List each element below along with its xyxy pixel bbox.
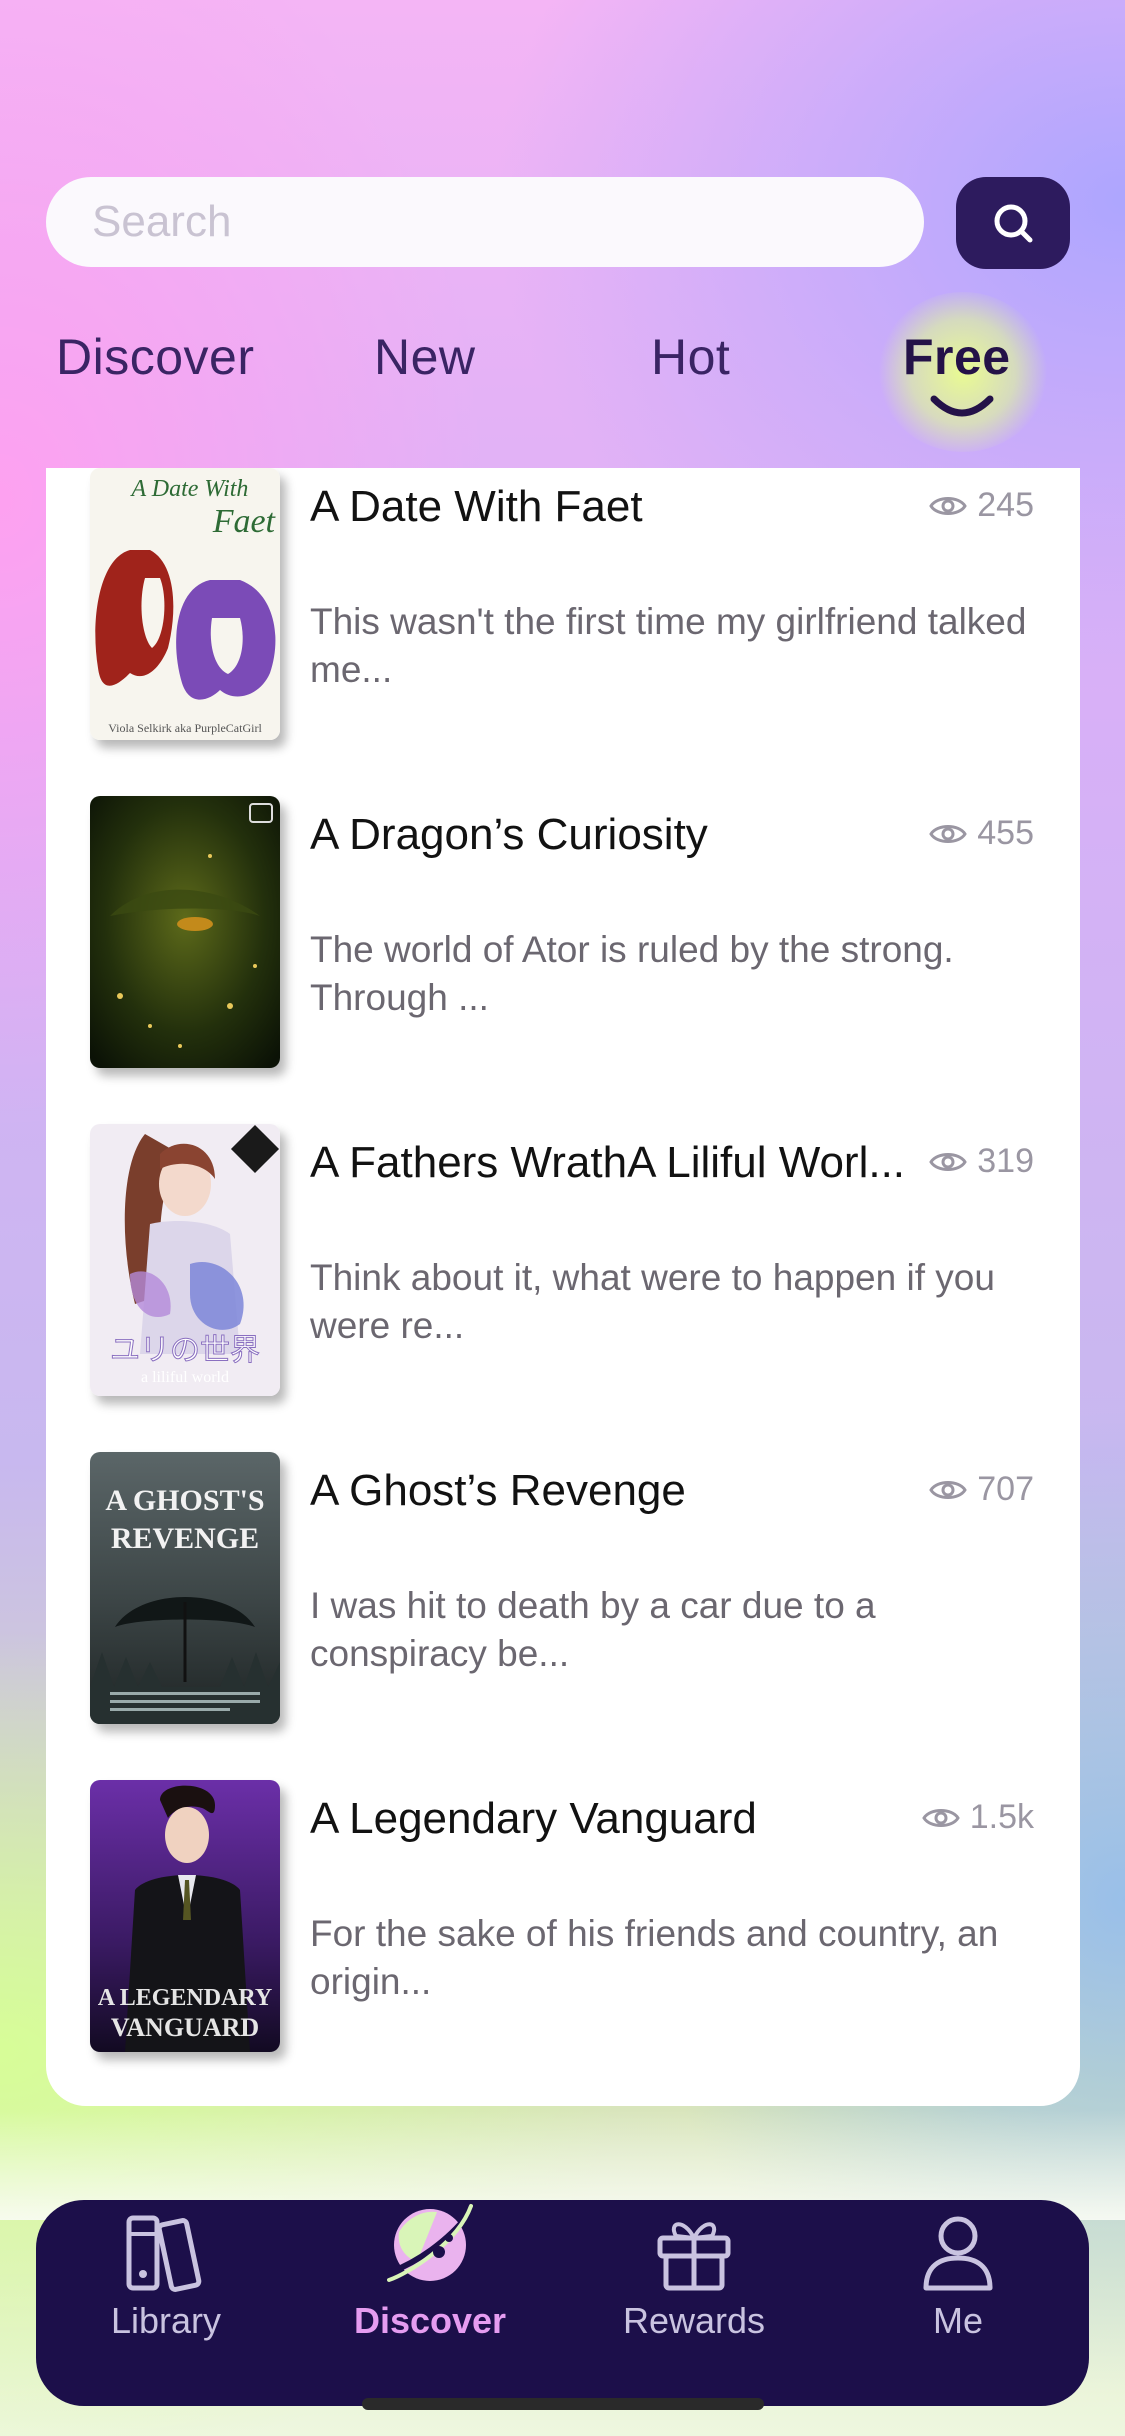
planet-icon bbox=[387, 2204, 473, 2282]
view-count-value: 245 bbox=[977, 486, 1034, 524]
nav-rewards[interactable]: Rewards bbox=[594, 2200, 794, 2406]
view-count: 707 bbox=[929, 1470, 1034, 1509]
nav-label: Discover bbox=[353, 2300, 507, 2341]
book-list: A Date With Faet Viola Selkirk aka Purpl… bbox=[46, 468, 1080, 2106]
book-title: A Legendary Vanguard bbox=[310, 1794, 757, 1843]
book-title: A Date With Faet bbox=[310, 482, 643, 531]
eye-icon bbox=[929, 496, 968, 515]
cover-title-text: A GHOST'S bbox=[105, 1484, 264, 1517]
cover-title-faet: Faet bbox=[212, 503, 277, 540]
list-item[interactable]: A Date With Faet Viola Selkirk aka Purpl… bbox=[46, 468, 1080, 748]
tab-new[interactable]: New bbox=[374, 332, 476, 382]
tab-discover[interactable]: Discover bbox=[56, 332, 254, 382]
eye-icon bbox=[929, 1152, 968, 1171]
view-count-value: 455 bbox=[977, 814, 1034, 852]
book-description: The world of Ator is ruled by the strong… bbox=[310, 929, 954, 1018]
home-indicator bbox=[362, 2398, 764, 2410]
book-cover: A LEGENDARY VANGUARD bbox=[90, 1780, 280, 2052]
cover-title-text-2: VANGUARD bbox=[111, 2013, 259, 2042]
cover-subtitle: a liliful world bbox=[141, 1369, 229, 1386]
search-bar[interactable] bbox=[46, 177, 924, 267]
book-title: A Ghost’s Revenge bbox=[310, 1466, 686, 1515]
nav-me[interactable]: Me bbox=[858, 2200, 1058, 2406]
view-count: 319 bbox=[929, 1142, 1034, 1181]
list-item[interactable]: A Dragon’s Curiosity 455 The world of At… bbox=[46, 796, 1080, 1076]
nav-label: Rewards bbox=[622, 2300, 766, 2341]
nav-library[interactable]: Library bbox=[66, 2200, 266, 2406]
book-cover: ユリの世界 a liliful world bbox=[90, 1124, 280, 1396]
nav-label: Me bbox=[932, 2300, 983, 2341]
book-description: For the sake of his friends and country,… bbox=[310, 1913, 999, 2002]
list-item[interactable]: A GHOST'S REVENGE A Ghost’s Revenge 707 … bbox=[46, 1452, 1080, 1732]
nav-discover[interactable]: Discover bbox=[330, 2200, 530, 2406]
book-description: This wasn't the first time my girlfriend… bbox=[310, 601, 1027, 690]
tab-free[interactable]: Free bbox=[903, 332, 1011, 382]
eye-icon bbox=[929, 824, 968, 843]
book-title: A Fathers WrathA Liliful Worl... bbox=[310, 1138, 906, 1187]
cover-title-text-2: REVENGE bbox=[111, 1522, 259, 1555]
book-description: I was hit to death by a car due to a con… bbox=[310, 1585, 876, 1674]
gift-icon bbox=[657, 2222, 731, 2291]
list-item[interactable]: A LEGENDARY VANGUARD A Legendary Vanguar… bbox=[46, 1780, 1080, 2060]
books-icon bbox=[126, 2215, 202, 2292]
cover-title-text: A Date With bbox=[130, 476, 249, 502]
view-count-value: 319 bbox=[977, 1142, 1034, 1180]
view-count-value: 707 bbox=[977, 1470, 1034, 1508]
view-count: 245 bbox=[929, 486, 1034, 525]
search-button[interactable] bbox=[956, 177, 1070, 269]
search-icon bbox=[994, 204, 1033, 243]
book-title: A Dragon’s Curiosity bbox=[310, 810, 708, 859]
bottom-nav: Library Discover Rewards Me bbox=[36, 2200, 1089, 2406]
cover-author: Viola Selkirk aka PurpleCatGirl bbox=[108, 721, 262, 735]
eye-icon bbox=[929, 1480, 968, 1499]
search-input[interactable] bbox=[90, 196, 924, 248]
nav-label: Library bbox=[110, 2300, 222, 2341]
book-cover bbox=[90, 796, 280, 1068]
view-count: 1.5k bbox=[921, 1798, 1034, 1837]
tab-hot[interactable]: Hot bbox=[651, 332, 730, 382]
book-cover: A GHOST'S REVENGE bbox=[90, 1452, 280, 1724]
svg-text:ユリの世界: ユリの世界 bbox=[110, 1333, 260, 1368]
eye-icon bbox=[921, 1808, 960, 1827]
cover-title-text: A LEGENDARY bbox=[98, 1985, 273, 2011]
view-count-value: 1.5k bbox=[969, 1798, 1034, 1836]
smile-indicator-icon bbox=[930, 395, 994, 417]
list-item[interactable]: ユリの世界 a liliful world A Fathers WrathA L… bbox=[46, 1124, 1080, 1404]
book-cover: A Date With Faet Viola Selkirk aka Purpl… bbox=[90, 468, 280, 740]
book-description: Think about it, what were to happen if y… bbox=[310, 1257, 995, 1346]
person-icon bbox=[923, 2216, 993, 2291]
view-count: 455 bbox=[929, 814, 1034, 853]
